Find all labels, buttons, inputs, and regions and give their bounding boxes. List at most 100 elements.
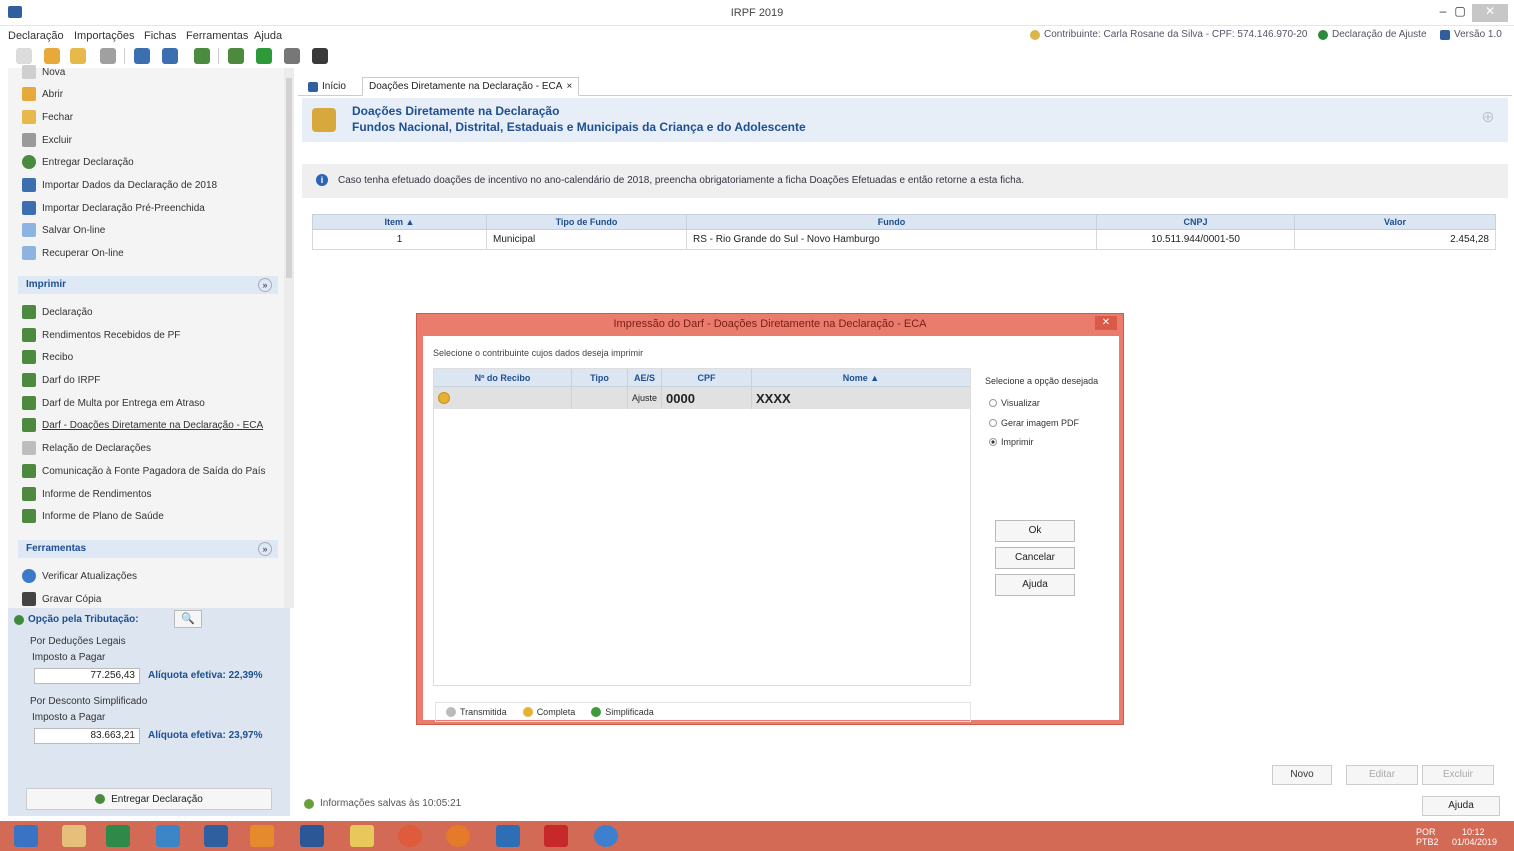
col-valor[interactable]: Valor	[1295, 215, 1495, 229]
col-cnpj[interactable]: CNPJ	[1097, 215, 1295, 229]
cancel-button[interactable]: Cancelar	[995, 547, 1075, 569]
ie-icon[interactable]	[156, 825, 180, 847]
ok-button[interactable]: Ok	[995, 520, 1075, 542]
printer-icon[interactable]	[228, 48, 244, 64]
menu-importacoes[interactable]: Importações	[74, 30, 135, 42]
col-cpf[interactable]: CPF	[662, 369, 752, 386]
sidebar-item-excluir[interactable]: Excluir	[22, 130, 72, 150]
table-row[interactable]: 1 Municipal RS - Rio Grande do Sul - Nov…	[312, 230, 1496, 250]
list-icon[interactable]	[284, 48, 300, 64]
option-visualizar[interactable]: Visualizar	[989, 398, 1040, 408]
sidebar-item-fechar[interactable]: Fechar	[22, 107, 73, 127]
folder-icon[interactable]	[70, 48, 86, 64]
menu-fichas[interactable]: Fichas	[144, 30, 176, 42]
close-window-button[interactable]: ✕	[1472, 4, 1508, 22]
sidebar-item-print-darf[interactable]: Darf do IRPF	[22, 370, 100, 390]
option-gerar-pdf[interactable]: Gerar imagem PDF	[989, 418, 1079, 428]
sidebar-item-print-recibo[interactable]: Recibo	[22, 347, 73, 367]
sidebar-item-importar-pre[interactable]: Importar Declaração Pré-Preenchida	[22, 198, 205, 218]
sidebar-item-nova[interactable]: Nova	[22, 62, 65, 82]
menu-declaracao[interactable]: Declaração	[8, 30, 64, 42]
collapse-icon[interactable]: »	[258, 542, 272, 556]
dialog-close-button[interactable]: ✕	[1095, 316, 1117, 330]
sidebar-item-informe-saude[interactable]: Informe de Plano de Saúde	[22, 506, 164, 526]
declaration-type-text: Declaração de Ajuste	[1332, 29, 1427, 40]
chrome-icon[interactable]	[398, 825, 422, 847]
tab-inicio[interactable]: Início	[302, 77, 352, 96]
dialog-help-button[interactable]: Ajuda	[995, 574, 1075, 596]
checkmark-icon[interactable]	[256, 48, 272, 64]
import-prefill-icon[interactable]	[162, 48, 178, 64]
sidebar-item-comunicacao[interactable]: Comunicação à Fonte Pagadora de Saída do…	[22, 461, 265, 481]
option-imprimir[interactable]: Imprimir	[989, 437, 1034, 447]
tab-close-icon[interactable]: ×	[566, 81, 572, 92]
maximize-button[interactable]: ▢	[1452, 4, 1468, 22]
legal-deductions-option[interactable]: Por Deduções Legais	[30, 636, 126, 647]
globe-icon[interactable]	[194, 48, 210, 64]
col-nome[interactable]: Nome ▲	[752, 369, 970, 386]
tab-doacoes-eca[interactable]: Doações Diretamente na Declaração - ECA …	[362, 77, 580, 96]
sidebar-item-verificar[interactable]: Verificar Atualizações	[22, 566, 137, 586]
sidebar-item-recuperar-online[interactable]: Recuperar On-line	[22, 243, 124, 263]
import-prefill-icon	[22, 201, 36, 215]
menu-ajuda[interactable]: Ajuda	[254, 30, 282, 42]
col-fundo[interactable]: Fundo	[687, 215, 1097, 229]
help-button[interactable]: Ajuda	[1422, 796, 1500, 816]
tax-option-panel: Opção pela Tributação: 🔍 Por Deduções Le…	[8, 608, 290, 816]
printer-icon	[22, 464, 36, 478]
minimize-button[interactable]: –	[1436, 4, 1450, 22]
deliver-declaration-button[interactable]: Entregar Declaração	[26, 788, 272, 810]
app-icon[interactable]	[594, 825, 618, 847]
acrobat-icon[interactable]	[544, 825, 568, 847]
save-icon[interactable]	[312, 48, 328, 64]
sidebar-item-abrir[interactable]: Abrir	[22, 84, 63, 104]
section-ferramentas[interactable]: Ferramentas »	[18, 540, 278, 558]
sidebar-item-entregar[interactable]: Entregar Declaração	[22, 152, 134, 172]
explorer-icon[interactable]	[62, 825, 86, 847]
declaration-type[interactable]: Declaração de Ajuste	[1318, 29, 1427, 40]
cell-recibo	[434, 387, 572, 409]
menu-ferramentas[interactable]: Ferramentas	[186, 30, 248, 42]
sidebar-item-relacao[interactable]: Relação de Declarações	[22, 438, 151, 458]
pin-icon[interactable]: ⊕	[1480, 110, 1496, 126]
sidebar-scroll-thumb[interactable]	[286, 78, 292, 278]
mail-icon[interactable]	[496, 825, 520, 847]
radio-icon[interactable]	[989, 419, 997, 427]
simplified-option[interactable]: Por Desconto Simplificado	[30, 696, 147, 707]
radio-icon[interactable]	[989, 399, 997, 407]
collapse-icon[interactable]: »	[258, 278, 272, 292]
col-item[interactable]: Item ▲	[313, 215, 487, 229]
sidebar-item-print-declaracao[interactable]: Declaração	[22, 302, 93, 322]
sidebar-item-print-darf-eca[interactable]: Darf - Doações Diretamente na Declaração…	[22, 415, 263, 435]
col-tipo[interactable]: Tipo de Fundo	[487, 215, 687, 229]
list-item[interactable]: Ajuste 0000 XXXX	[434, 387, 970, 409]
excel-icon[interactable]	[106, 825, 130, 847]
new-button[interactable]: Novo	[1272, 765, 1332, 785]
sidebar-item-salvar-online[interactable]: Salvar On-line	[22, 220, 105, 240]
col-tipo[interactable]: Tipo	[572, 369, 628, 386]
folder-icon[interactable]	[350, 825, 374, 847]
firefox-icon[interactable]	[446, 825, 470, 847]
irpf-app-icon[interactable]	[204, 825, 228, 847]
section-imprimir[interactable]: Imprimir »	[18, 276, 278, 294]
clock-time[interactable]: 10:12	[1462, 827, 1485, 837]
search-button[interactable]: 🔍	[174, 610, 202, 628]
col-recibo[interactable]: Nº do Recibo	[434, 369, 572, 386]
edit-button[interactable]: Editar	[1346, 765, 1418, 785]
sidebar-item-gravar[interactable]: Gravar Cópia	[22, 589, 101, 609]
delete-button[interactable]: Excluir	[1422, 765, 1494, 785]
printer-icon	[22, 509, 36, 523]
import-icon[interactable]	[134, 48, 150, 64]
clock-date[interactable]: 01/04/2019	[1452, 837, 1497, 847]
sidebar-item-importar-2018[interactable]: Importar Dados da Declaração de 2018	[22, 175, 217, 195]
office-icon[interactable]	[250, 825, 274, 847]
radio-checked-icon[interactable]	[989, 438, 997, 446]
sidebar-item-print-rendimentos[interactable]: Rendimentos Recebidos de PF	[22, 325, 180, 345]
sidebar-item-print-darf-multa[interactable]: Darf de Multa por Entrega em Atraso	[22, 393, 205, 413]
word-icon[interactable]	[300, 825, 324, 847]
col-aes[interactable]: AE/S	[628, 369, 662, 386]
trash-icon[interactable]	[100, 48, 116, 64]
language-indicator[interactable]: POR PTB2	[1416, 827, 1439, 847]
sidebar-item-informe-rend[interactable]: Informe de Rendimentos	[22, 484, 152, 504]
start-icon[interactable]	[14, 825, 38, 847]
